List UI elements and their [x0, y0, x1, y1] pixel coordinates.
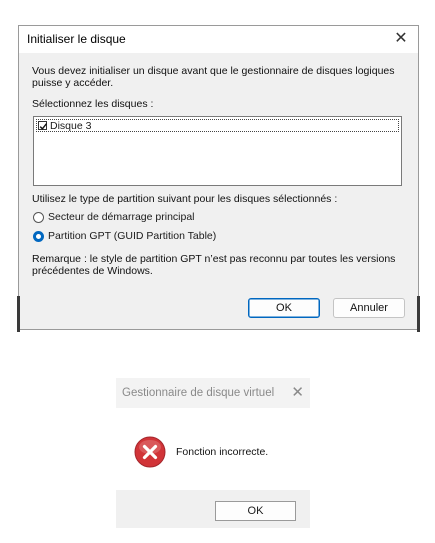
checkmark-icon	[39, 123, 48, 130]
disk-listbox[interactable]: Disque 3	[33, 116, 402, 186]
initialize-disk-dialog: Initialiser le disque ✕ Vous devez initi…	[17, 25, 420, 332]
radio-gpt[interactable]	[33, 230, 44, 242]
error-message: Fonction incorrecte.	[176, 446, 269, 458]
cancel-button[interactable]: Annuler	[333, 298, 405, 318]
ok-button[interactable]: OK	[248, 298, 320, 318]
error-dialog-titlebar[interactable]: Gestionnaire de disque virtuel ✕	[116, 378, 310, 408]
dialog-title: Initialiser le disque	[27, 32, 126, 46]
close-icon[interactable]: ✕	[392, 29, 410, 49]
error-dialog-footer: OK	[116, 490, 310, 528]
partition-type-prompt: Utilisez le type de partition suivant po…	[32, 193, 338, 205]
error-ok-button[interactable]: OK	[215, 501, 296, 521]
option-gpt-label: Partition GPT (GUID Partition Table)	[48, 230, 217, 242]
disk-list-item[interactable]: Disque 3	[36, 119, 399, 132]
intro-text: Vous devez initialiser un disque avant q…	[32, 65, 395, 89]
error-icon	[134, 436, 166, 468]
option-gpt[interactable]: Partition GPT (GUID Partition Table)	[33, 230, 216, 242]
disk-label: Disque 3	[50, 119, 92, 132]
option-mbr-label: Secteur de démarrage principal	[48, 211, 195, 223]
error-dialog-body: Fonction incorrecte.	[116, 408, 310, 490]
dialog-titlebar[interactable]: Initialiser le disque ✕	[19, 26, 418, 53]
option-mbr[interactable]: Secteur de démarrage principal	[33, 211, 195, 223]
gpt-note: Remarque : le style de partition GPT n’e…	[32, 253, 396, 277]
select-disks-label: Sélectionnez les disques :	[32, 98, 154, 110]
close-icon[interactable]: ✕	[291, 383, 304, 401]
error-dialog-title: Gestionnaire de disque virtuel	[122, 387, 275, 399]
disk-checkbox[interactable]	[38, 121, 48, 130]
dialog-edge-right	[417, 296, 420, 332]
radio-mbr[interactable]	[33, 211, 44, 223]
dialog-edge-left	[17, 296, 20, 332]
